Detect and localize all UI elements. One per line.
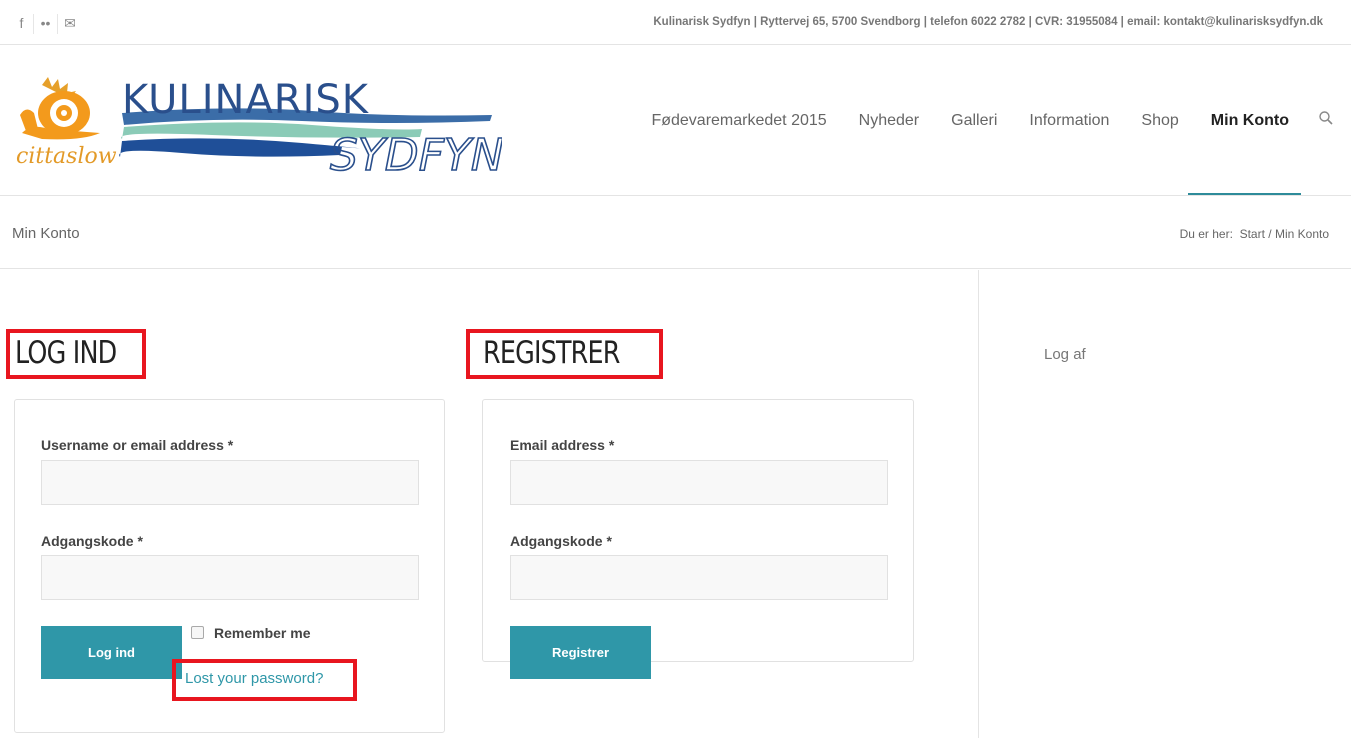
highlight-box-login-heading xyxy=(6,329,146,379)
site-logo[interactable]: cittaslow KULINARISK SYDFYN xyxy=(12,75,502,175)
register-section: REGISTRER Email address * Adgangskode * … xyxy=(481,333,914,688)
breadcrumb-current: Min Konto xyxy=(1274,227,1329,241)
breadcrumb-prefix: Du er her: xyxy=(1179,227,1233,241)
nav-item-galleri[interactable]: Galleri xyxy=(935,112,1013,130)
username-input[interactable] xyxy=(41,460,419,505)
email-label: Email address * xyxy=(510,437,615,453)
snail-icon xyxy=(20,77,100,140)
register-button[interactable]: Registrer xyxy=(510,626,651,679)
remember-me-checkbox[interactable] xyxy=(191,626,204,639)
site-header: cittaslow KULINARISK SYDFYN Fødevaremark… xyxy=(0,45,1351,196)
brand-name-top: KULINARISK xyxy=(122,77,370,123)
password-input[interactable] xyxy=(41,555,419,600)
active-nav-indicator xyxy=(1188,193,1301,195)
mail-icon[interactable]: ✉ xyxy=(58,14,82,34)
cittaslow-text: cittaslow xyxy=(16,144,117,169)
register-password-label: Adgangskode * xyxy=(510,533,612,549)
nav-item-shop[interactable]: Shop xyxy=(1125,112,1194,130)
breadcrumb-home[interactable]: Start xyxy=(1240,227,1265,241)
login-button[interactable]: Log ind xyxy=(41,626,182,679)
register-password-input[interactable] xyxy=(510,555,888,600)
password-label: Adgangskode * xyxy=(41,533,143,549)
register-form: Email address * Adgangskode * Registrer xyxy=(482,399,914,679)
social-links: f •• ✉ xyxy=(10,14,82,34)
logout-link[interactable]: Log af xyxy=(1044,346,1086,363)
highlight-box-lost-password xyxy=(172,659,357,701)
breadcrumb: Du er her: Start / Min Konto xyxy=(1180,227,1329,241)
username-label: Username or email address * xyxy=(41,437,234,453)
page-title-bar: Min Konto Du er her: Start / Min Konto xyxy=(0,197,1351,269)
main-nav: Fødevaremarkedet 2015 Nyheder Galleri In… xyxy=(635,45,1351,196)
breadcrumb-separator: / xyxy=(1268,227,1272,241)
brand-name-bottom: SYDFYN xyxy=(330,130,502,175)
nav-item-foedevaremarkedet[interactable]: Fødevaremarkedet 2015 xyxy=(635,112,842,130)
top-info-bar: f •• ✉ Kulinarisk Sydfyn | Ryttervej 65,… xyxy=(0,0,1351,45)
page-title: Min Konto xyxy=(12,225,80,242)
highlight-box-register-heading xyxy=(466,329,663,379)
flickr-icon[interactable]: •• xyxy=(34,14,58,34)
facebook-icon[interactable]: f xyxy=(10,14,34,34)
nav-item-information[interactable]: Information xyxy=(1013,112,1125,130)
search-icon[interactable] xyxy=(1305,111,1351,130)
nav-item-min-konto[interactable]: Min Konto xyxy=(1195,112,1305,130)
email-input[interactable] xyxy=(510,460,888,505)
contact-info: Kulinarisk Sydfyn | Ryttervej 65, 5700 S… xyxy=(653,16,1323,28)
remember-me-label: Remember me xyxy=(214,625,311,641)
nav-item-nyheder[interactable]: Nyheder xyxy=(843,112,935,130)
sidebar: Log af xyxy=(978,270,1351,738)
